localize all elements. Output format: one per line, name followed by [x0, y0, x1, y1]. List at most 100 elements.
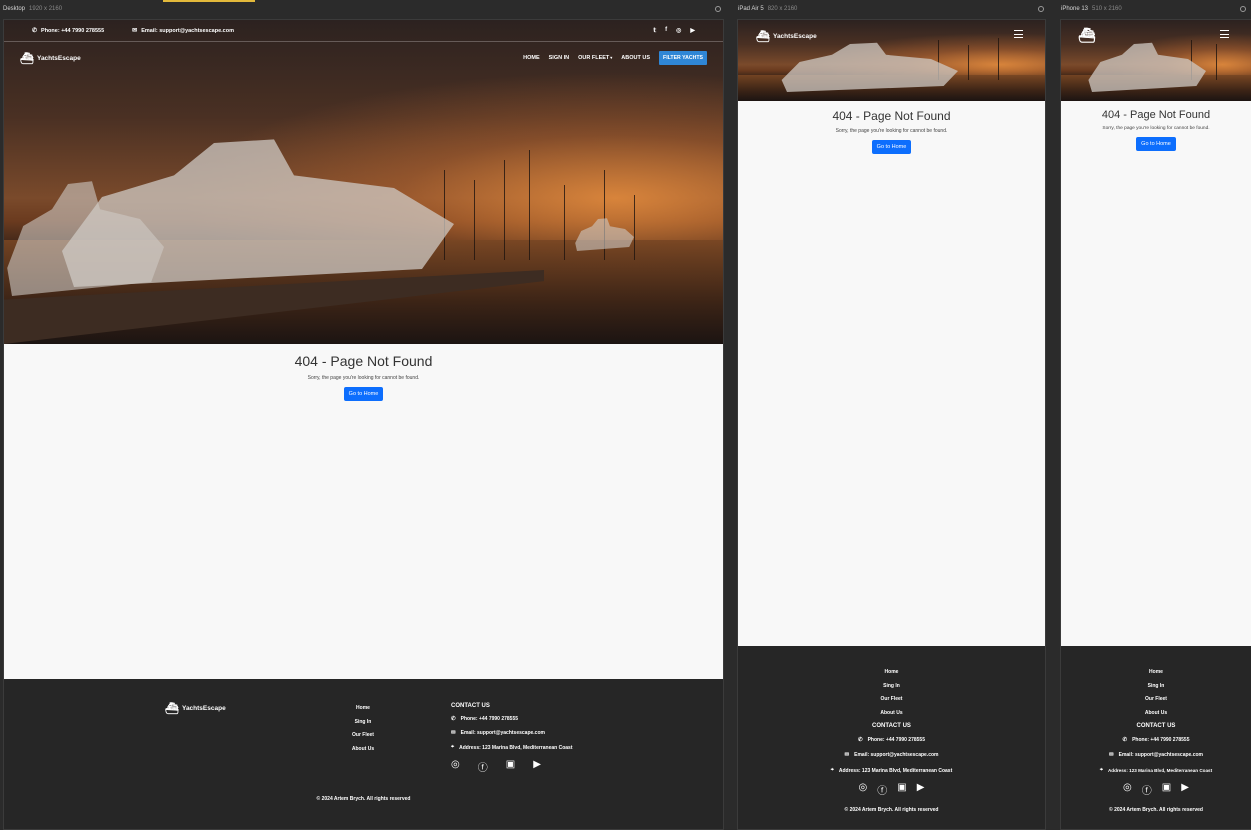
iphone-frame-label: iPhone 13 510 x 2160: [1061, 6, 1122, 12]
footer: Home Sing In Our Fleet About Us CONTACT …: [738, 646, 1045, 829]
footer-link-sign-in[interactable]: Sing In: [738, 683, 1045, 689]
footer-link-fleet[interactable]: Our Fleet: [1061, 696, 1251, 702]
contact-title: CONTACT US: [451, 703, 490, 709]
footer-link-sign-in[interactable]: Sing In: [1061, 683, 1251, 689]
envelope-icon: ✉: [1109, 752, 1114, 758]
yacht-logo-icon: ⛴: [20, 52, 34, 65]
twitter-icon[interactable]: ▣: [506, 759, 515, 774]
yacht-logo-icon: ⛴: [756, 31, 770, 43]
not-found-section: 404 - Page Not Found Sorry, the page you…: [4, 353, 723, 401]
copyright: © 2024 Artem Brych. All rights reserved: [1109, 807, 1203, 813]
brand-logo[interactable]: ⛴ YachtsEscape: [756, 30, 817, 43]
instagram-icon[interactable]: ◎: [676, 27, 681, 34]
footer-link-fleet[interactable]: Our Fleet: [344, 732, 382, 738]
instagram-icon[interactable]: ◎: [451, 759, 460, 774]
not-found-section: 404 - Page Not Found Sorry, the page you…: [1061, 109, 1251, 151]
menu-icon[interactable]: [1014, 30, 1023, 41]
phone-icon: ✆: [451, 716, 456, 722]
footer: Home Sing In Our Fleet About Us CONTACT …: [1061, 646, 1251, 829]
footer-phone[interactable]: ✆ Phone: +44 7990 278555: [1061, 737, 1251, 743]
footer-email[interactable]: ✉ Email: support@yachtsescape.com: [451, 730, 572, 736]
location-pin-icon: ⌖: [830, 767, 834, 773]
facebook-icon[interactable]: f: [665, 27, 667, 34]
facebook-icon[interactable]: ⓕ: [877, 782, 887, 797]
footer-link-home[interactable]: Home: [738, 669, 1045, 675]
topbar-email[interactable]: ✉ Email: support@yachtsescape.com: [132, 27, 234, 35]
topbar-phone[interactable]: ✆ Phone: +44 7990 278555: [32, 27, 104, 35]
ipad-frame: ⛴ YachtsEscape 404 - Page Not Found Sorry…: [737, 19, 1046, 830]
youtube-icon[interactable]: ▶: [690, 27, 695, 34]
footer-socials: ◎ ⓕ ▣ ▶: [738, 782, 1045, 797]
phone-icon: ✆: [32, 28, 38, 34]
footer-address: ⌖ Address: 123 Marina Blvd, Mediterranean…: [451, 744, 573, 751]
footer-links: Home Sing In Our Fleet About Us: [344, 705, 382, 759]
twitter-icon[interactable]: ▣: [1162, 782, 1171, 797]
yacht-logo-icon: ⛴: [1078, 27, 1096, 43]
hero-image: ⛴: [1061, 20, 1251, 101]
footer-links: Home Sing In Our Fleet About Us: [1061, 646, 1251, 716]
iphone-settings-icon[interactable]: [1240, 6, 1246, 12]
envelope-icon: ✉: [132, 28, 138, 34]
not-found-section: 404 - Page Not Found Sorry, the page you…: [738, 109, 1045, 154]
footer-socials: ◎ ⓕ ▣ ▶: [1061, 782, 1251, 797]
yacht-logo-icon: ⛴: [165, 703, 179, 715]
footer-link-about[interactable]: About Us: [344, 746, 382, 752]
filter-yachts-button[interactable]: FILTER YACHTS: [659, 51, 707, 65]
footer-links: Home Sing In Our Fleet About Us: [738, 646, 1045, 716]
youtube-icon[interactable]: ▶: [917, 782, 925, 797]
menu-icon[interactable]: [1220, 30, 1229, 41]
not-found-message: Sorry, the page you're looking for canno…: [307, 375, 420, 381]
top-accent-bar: [163, 0, 255, 2]
desktop-frame: ✆ Phone: +44 7990 278555 ✉ Email: support@…: [3, 19, 724, 830]
not-found-message: Sorry, the page you're looking for canno…: [1102, 126, 1210, 131]
footer-link-about[interactable]: About Us: [738, 710, 1045, 716]
go-home-button[interactable]: Go to Home: [1136, 137, 1176, 151]
footer-phone[interactable]: ✆ Phone: +44 7990 278555: [738, 737, 1045, 743]
footer-link-fleet[interactable]: Our Fleet: [738, 696, 1045, 702]
envelope-icon: ✉: [844, 752, 850, 758]
phone-icon: ✆: [1122, 737, 1128, 743]
footer-link-home[interactable]: Home: [1061, 669, 1251, 675]
nav-about-us[interactable]: ABOUT US: [621, 55, 650, 61]
footer-link-home[interactable]: Home: [344, 705, 382, 711]
footer-address: ⌖ Address: 123 Marina Blvd, Mediterranean…: [830, 767, 953, 774]
nav-sign-in[interactable]: SIGN IN: [549, 55, 569, 61]
topbar-socials: 𝕥 f ◎ ▶: [653, 27, 695, 34]
facebook-icon[interactable]: ⓕ: [1142, 782, 1152, 797]
footer-contact: CONTACT US ✆ Phone: +44 7990 278555 ✉ Emai…: [451, 703, 572, 774]
footer-email[interactable]: ✉ Email: support@yachtsescape.com: [1061, 752, 1251, 758]
youtube-icon[interactable]: ▶: [1181, 782, 1189, 797]
footer-logo[interactable]: ⛴ YachtsEscape: [165, 702, 226, 715]
contact-title: CONTACT US: [872, 723, 911, 729]
footer-socials: ◎ ⓕ ▣ ▶: [451, 759, 572, 774]
instagram-icon[interactable]: ◎: [859, 782, 868, 797]
footer-link-about[interactable]: About Us: [1061, 710, 1251, 716]
facebook-icon[interactable]: ⓕ: [478, 759, 488, 774]
footer-address: ⌖ Address: 123 Marina Blvd, Mediterranean…: [1099, 767, 1213, 773]
go-home-button[interactable]: Go to Home: [871, 140, 912, 154]
iphone-frame: ⛴ 404 - Page Not Found Sorry, the page y…: [1060, 19, 1251, 830]
location-pin-icon: ⌖: [1099, 767, 1103, 773]
nav-home[interactable]: HOME: [523, 55, 540, 61]
go-home-button[interactable]: Go to Home: [343, 387, 384, 401]
envelope-icon: ✉: [451, 730, 456, 736]
brand-logo[interactable]: ⛴: [1078, 27, 1099, 44]
twitter-icon[interactable]: ▣: [897, 782, 906, 797]
location-pin-icon: ⌖: [451, 744, 455, 750]
nav-our-fleet[interactable]: OUR FLEET▾: [578, 55, 612, 61]
footer-phone[interactable]: ✆ Phone: +44 7990 278555: [451, 716, 572, 722]
youtube-icon[interactable]: ▶: [533, 759, 541, 774]
top-contact-bar: ✆ Phone: +44 7990 278555 ✉ Email: support@…: [4, 20, 723, 42]
desktop-frame-label: Desktop 1920 x 2160: [3, 6, 63, 12]
hero-image: ✆ Phone: +44 7990 278555 ✉ Email: support@…: [4, 20, 723, 344]
main-navbar: ⛴ YachtsEscape HOME SIGN IN OUR FLEET▾ AB…: [4, 48, 723, 68]
footer-email[interactable]: ✉ Email: support@yachtsescape.com: [738, 752, 1045, 758]
twitter-icon[interactable]: 𝕥: [653, 27, 656, 34]
instagram-icon[interactable]: ◎: [1123, 782, 1132, 797]
brand-logo[interactable]: ⛴ YachtsEscape: [20, 52, 81, 65]
copyright: © 2024 Artem Brych. All rights reserved: [316, 796, 411, 802]
desktop-settings-icon[interactable]: [715, 6, 721, 12]
ipad-settings-icon[interactable]: [1038, 6, 1044, 12]
footer-link-sign-in[interactable]: Sing In: [344, 719, 382, 725]
footer: ⛴ YachtsEscape Home Sing In Our Fleet Abo…: [4, 679, 723, 829]
